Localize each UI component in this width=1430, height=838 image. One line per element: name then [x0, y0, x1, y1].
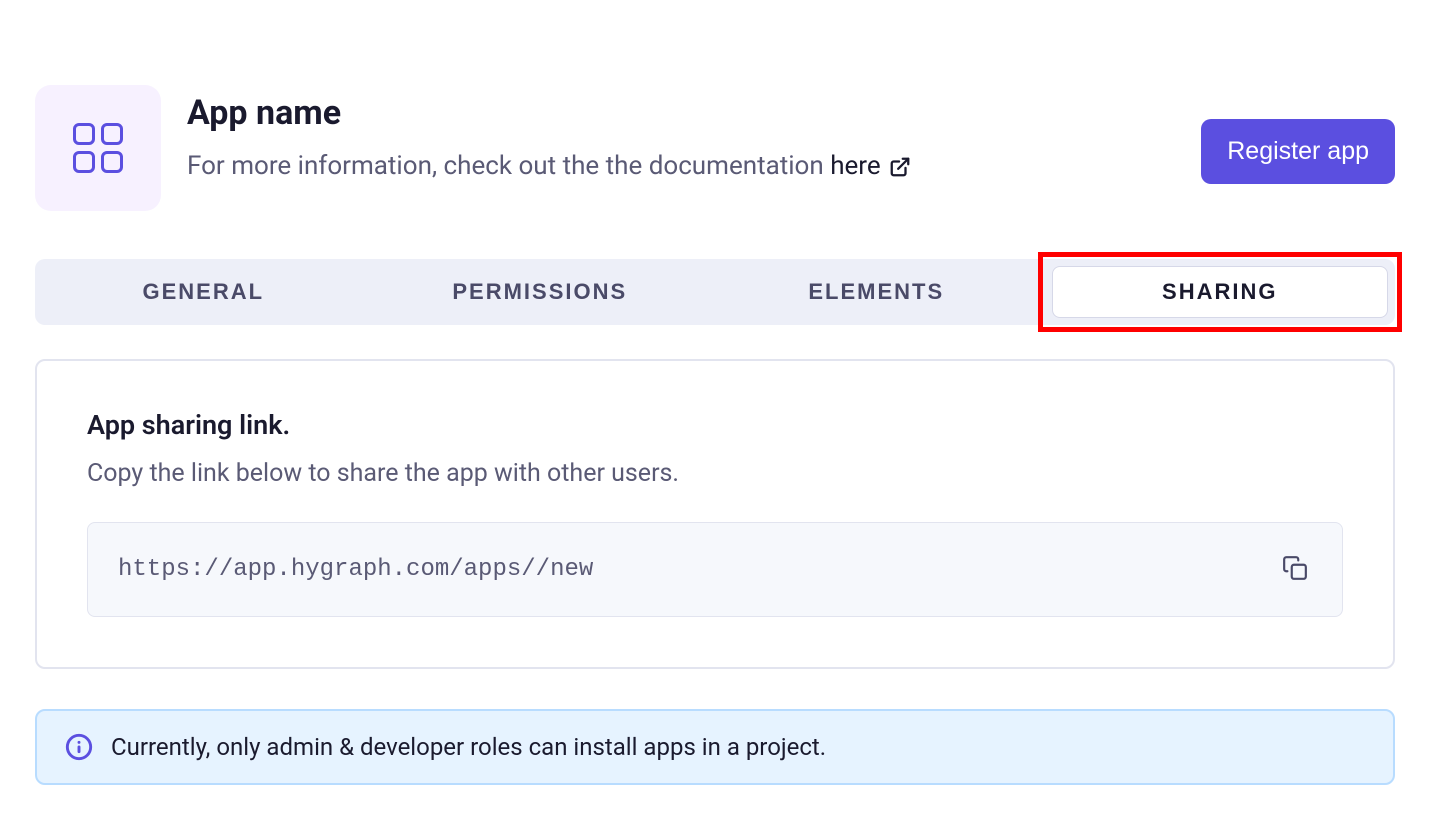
app-icon [35, 85, 161, 211]
external-link-icon [889, 151, 911, 181]
grid-icon [73, 123, 123, 173]
tab-general[interactable]: GENERAL [35, 259, 372, 325]
app-title: App name [187, 93, 1175, 133]
sharing-link-value: https://app.hygraph.com/apps//new [118, 556, 1278, 583]
page-header: App name For more information, check out… [35, 85, 1395, 211]
tab-elements[interactable]: ELEMENTS [708, 259, 1045, 325]
sharing-card-subtitle: Copy the link below to share the app wit… [87, 459, 1343, 488]
documentation-link[interactable]: here [830, 151, 910, 181]
tab-permissions[interactable]: PERMISSIONS [372, 259, 709, 325]
register-app-button[interactable]: Register app [1201, 119, 1395, 184]
info-banner-text: Currently, only admin & developer roles … [111, 733, 826, 761]
sharing-link-field: https://app.hygraph.com/apps//new [87, 522, 1343, 617]
tabs-container: GENERAL PERMISSIONS ELEMENTS SHARING [35, 259, 1395, 325]
copy-icon [1282, 555, 1308, 584]
subtitle-text: For more information, check out the the … [187, 151, 830, 181]
sharing-card-title: App sharing link. [87, 409, 1343, 441]
sharing-card: App sharing link. Copy the link below to… [35, 359, 1395, 669]
app-subtitle: For more information, check out the the … [187, 151, 1175, 181]
doc-link-text: here [830, 151, 880, 181]
tabs: GENERAL PERMISSIONS ELEMENTS SHARING [35, 259, 1395, 325]
copy-link-button[interactable] [1278, 551, 1312, 588]
tab-sharing[interactable]: SHARING [1052, 266, 1389, 318]
info-banner: Currently, only admin & developer roles … [35, 709, 1395, 785]
info-icon [65, 733, 93, 761]
